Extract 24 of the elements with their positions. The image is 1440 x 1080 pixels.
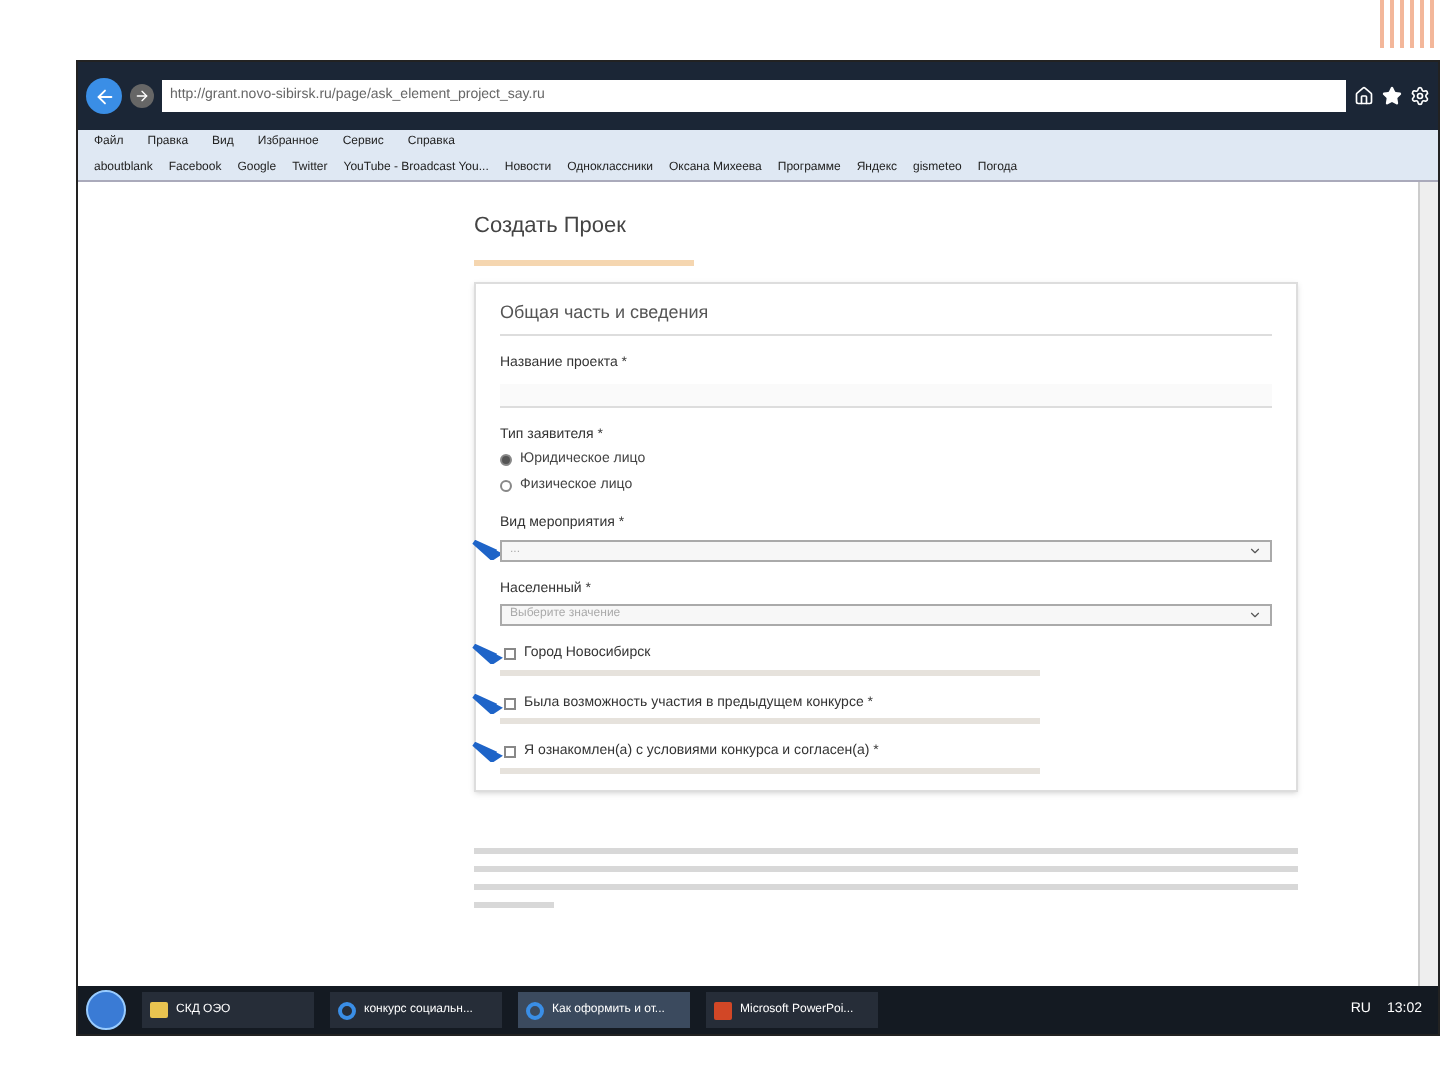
back-button[interactable] — [86, 78, 122, 114]
blurred-text-line — [474, 901, 554, 907]
form-heading: Общая часть и сведения — [500, 299, 1272, 336]
radio-button[interactable] — [500, 479, 512, 492]
checkbox[interactable] — [504, 697, 516, 710]
settings-icon[interactable] — [1410, 86, 1430, 106]
radio-button[interactable] — [500, 454, 512, 467]
start-button[interactable] — [86, 990, 126, 1030]
page-title: Создать Проек — [474, 212, 628, 242]
back-icon — [93, 85, 115, 107]
forward-icon — [134, 88, 150, 104]
folder-icon — [150, 1002, 168, 1018]
browser-icon — [338, 1001, 356, 1019]
slides-icon — [714, 1001, 732, 1019]
input-field[interactable] — [500, 383, 1272, 407]
checkbox[interactable] — [504, 746, 516, 759]
caret-icon — [1248, 543, 1262, 557]
checkbox[interactable] — [504, 648, 516, 661]
forward-button[interactable] — [130, 84, 154, 108]
home-icon[interactable] — [1354, 86, 1374, 106]
star-icon[interactable] — [1382, 86, 1402, 106]
slide-stripe-decoration — [1380, 0, 1440, 48]
browser-icon — [526, 1001, 544, 1019]
caret-icon — [1248, 608, 1262, 622]
